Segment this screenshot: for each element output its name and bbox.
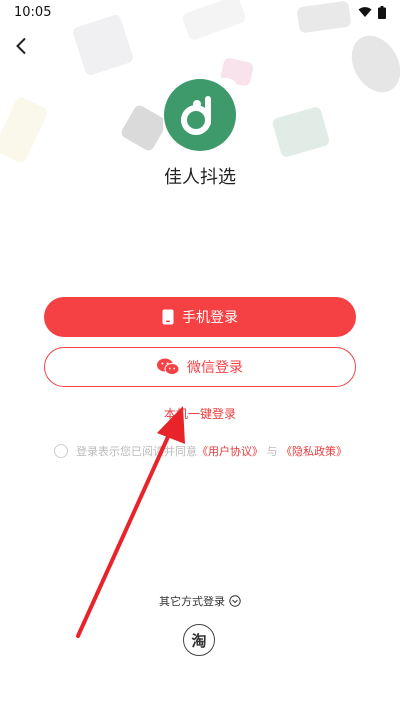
back-button[interactable] (8, 32, 34, 60)
taobao-login-button[interactable]: 淘 (183, 624, 215, 656)
wechat-login-button[interactable]: 微信登录 (44, 347, 356, 387)
wechat-login-label: 微信登录 (187, 360, 243, 376)
chevron-left-icon (16, 37, 26, 55)
status-time: 10:05 (14, 4, 52, 20)
taobao-icon: 淘 (191, 631, 207, 650)
d-letter-logo-icon (164, 79, 236, 151)
phone-icon (162, 309, 174, 325)
agreement-and: 与 (266, 445, 278, 458)
privacy-policy-link[interactable]: 《隐私政策》 (281, 445, 347, 458)
wechat-icon (157, 358, 179, 375)
status-icons (358, 5, 386, 19)
agreement-row: 登录表示您已阅读并同意《用户协议》 与 《隐私政策》 (54, 443, 347, 459)
phone-login-button[interactable]: 手机登录 (44, 297, 356, 337)
chevron-down-circle-icon (229, 595, 241, 607)
background-product-image (296, 0, 352, 34)
agreement-prefix: 登录表示您已阅读并同意 (76, 445, 197, 458)
other-login-label: 其它方式登录 (159, 595, 225, 608)
battery-icon (378, 5, 386, 19)
background-product-image (271, 105, 331, 159)
agreement-checkbox[interactable] (54, 444, 68, 458)
other-login-toggle[interactable]: 其它方式登录 (0, 593, 400, 609)
wifi-icon (358, 7, 372, 17)
app-logo (163, 78, 237, 152)
background-product-image (0, 95, 50, 165)
agreement-text: 登录表示您已阅读并同意《用户协议》 与 《隐私政策》 (76, 443, 347, 459)
background-product-image (341, 27, 400, 101)
background-product-image (119, 103, 169, 153)
phone-login-label: 手机登录 (182, 310, 238, 326)
onekey-login-link[interactable]: 本机一键登录 (0, 405, 400, 422)
app-name: 佳人抖选 (164, 167, 236, 188)
user-agreement-link[interactable]: 《用户协议》 (197, 445, 263, 458)
